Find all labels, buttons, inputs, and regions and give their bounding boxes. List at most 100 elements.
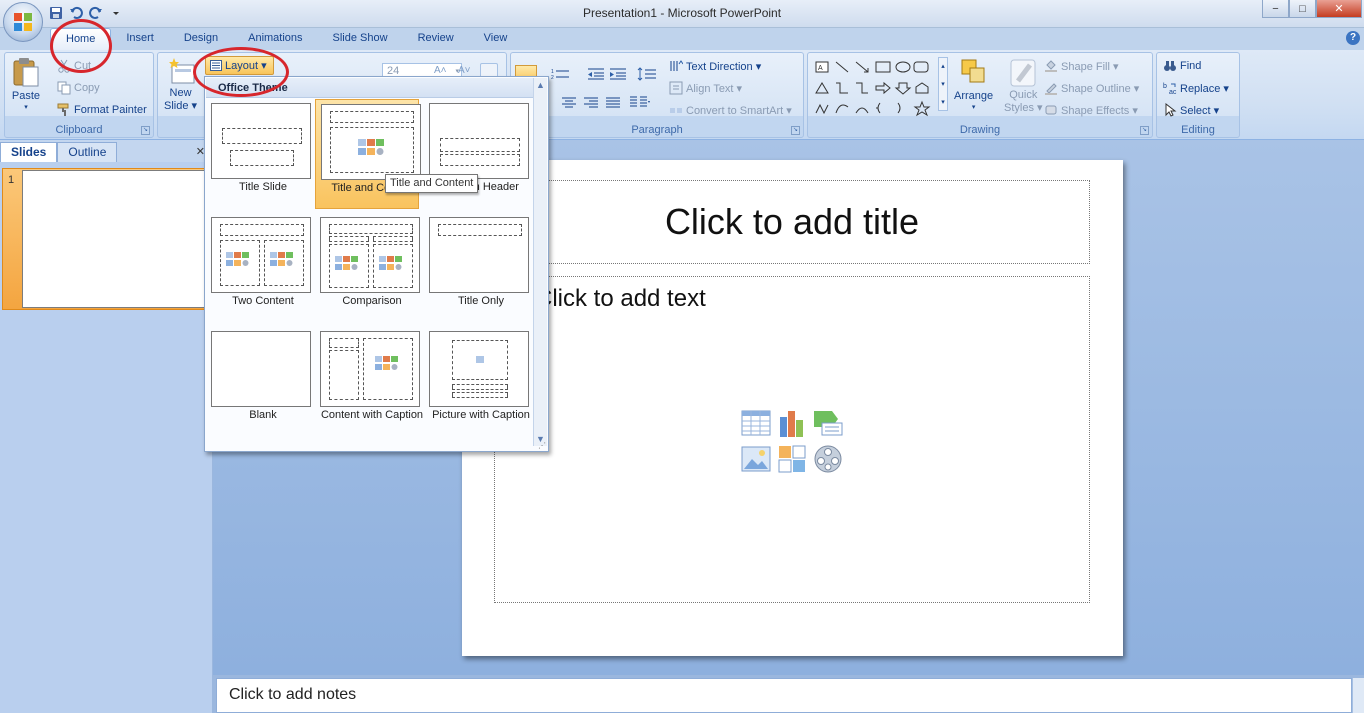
line-spacing-icon[interactable]	[637, 67, 657, 81]
layout-picture-with-caption[interactable]: Picture with Caption	[424, 327, 530, 437]
layout-title-slide[interactable]: Title Slide	[206, 99, 311, 209]
content-icons-mini	[358, 139, 384, 155]
insert-table-icon[interactable]	[740, 407, 772, 439]
scroll-up-icon[interactable]: ▴	[941, 62, 945, 70]
layout-label: Picture with Caption	[432, 409, 530, 421]
shapes-gallery[interactable]: A	[814, 59, 938, 119]
quick-styles-label: Quick	[1009, 89, 1038, 101]
tab-review[interactable]: Review	[403, 28, 469, 50]
layout-label: Title Slide	[239, 181, 287, 193]
tab-slide-show[interactable]: Slide Show	[318, 28, 403, 50]
find-button[interactable]: Find	[1163, 59, 1201, 73]
columns-icon[interactable]	[629, 95, 651, 109]
shape-effects-button[interactable]: Shape Effects ▾	[1044, 103, 1138, 117]
more-shapes-icon[interactable]: ▾	[941, 98, 945, 106]
layout-content-with-caption[interactable]: Content with Caption	[315, 327, 423, 437]
align-center-icon[interactable]	[561, 97, 577, 109]
justify-icon[interactable]	[605, 97, 621, 109]
tab-design[interactable]: Design	[169, 28, 233, 50]
text-direction-icon	[670, 60, 683, 71]
align-text-icon	[669, 81, 683, 95]
paste-label: Paste	[11, 90, 41, 102]
quick-styles-label-2: Styles ▾	[1004, 102, 1043, 114]
binoculars-icon	[1164, 61, 1176, 71]
scroll-down-icon[interactable]: ▾	[941, 80, 945, 88]
tab-outline[interactable]: Outline	[57, 142, 118, 162]
text-direction-label: Text Direction ▾	[686, 60, 762, 73]
drawing-launcher-icon[interactable]: ↘	[1140, 126, 1149, 135]
paint-bucket-icon	[1045, 60, 1057, 72]
layout-title-only[interactable]: Title Only	[424, 213, 529, 323]
new-slide-button[interactable]: New Slide ▾	[164, 57, 197, 112]
shape-effects-icon	[1045, 105, 1057, 115]
quick-styles-button[interactable]: Quick Styles ▾	[1004, 57, 1043, 114]
new-slide-icon	[168, 58, 195, 84]
shape-effects-label: Shape Effects ▾	[1061, 104, 1138, 117]
tab-slides[interactable]: Slides	[0, 142, 58, 162]
copy-button[interactable]: Copy	[57, 81, 100, 95]
convert-smartart-button[interactable]: Convert to SmartArt ▾	[669, 103, 792, 117]
vertical-scrollbar[interactable]	[1352, 678, 1364, 713]
align-right-icon[interactable]	[583, 97, 599, 109]
shape-fill-button[interactable]: Shape Fill ▾	[1044, 59, 1119, 73]
resize-grip-icon[interactable]: ⋰	[538, 441, 546, 450]
arrange-button[interactable]: Arrange ▾	[954, 57, 993, 111]
arrange-dropdown-icon[interactable]: ▾	[972, 103, 976, 111]
align-text-button[interactable]: Align Text ▾	[669, 81, 742, 95]
layout-comparison[interactable]: Comparison	[315, 213, 420, 323]
shape-outline-button[interactable]: Shape Outline ▾	[1044, 81, 1139, 95]
smartart-icon	[670, 108, 682, 113]
layout-thumbnail	[320, 217, 420, 293]
layout-thumbnail	[429, 103, 529, 179]
layout-blank[interactable]: Blank	[206, 327, 311, 437]
help-icon[interactable]: ?	[1346, 31, 1360, 45]
decrease-indent-icon[interactable]	[587, 67, 605, 81]
grow-font-icon[interactable]: A˄	[434, 65, 447, 76]
clipboard-launcher-icon[interactable]: ↘	[141, 126, 150, 135]
layout-gallery-scrollbar[interactable]: ▲ ▼	[533, 78, 547, 446]
format-painter-button[interactable]: Format Painter	[57, 103, 147, 117]
insert-chart-icon[interactable]	[776, 407, 808, 439]
insert-media-clip-icon[interactable]	[812, 443, 844, 475]
maximize-button[interactable]: □	[1289, 0, 1316, 18]
tab-view[interactable]: View	[469, 28, 523, 50]
paste-button[interactable]: Paste ▾	[11, 57, 41, 111]
close-button[interactable]: ✕	[1316, 0, 1362, 18]
scroll-up-icon[interactable]: ▲	[536, 80, 545, 90]
insert-picture-icon[interactable]	[740, 443, 772, 475]
content-placeholder[interactable]: Click to add text	[494, 276, 1090, 603]
numbering-icon[interactable]: 12	[551, 67, 571, 81]
layout-thumbnail	[429, 217, 529, 293]
drawing-group-label: Drawing	[959, 124, 1001, 136]
minimize-button[interactable]: −	[1262, 0, 1289, 18]
paragraph-launcher-icon[interactable]: ↘	[791, 126, 800, 135]
content-insert-icons	[740, 407, 850, 475]
office-logo-icon	[14, 13, 32, 31]
content-placeholder-text[interactable]: Click to add text	[535, 285, 706, 313]
paste-dropdown-icon[interactable]: ▾	[24, 103, 28, 111]
office-button[interactable]	[3, 2, 43, 42]
increase-indent-icon[interactable]	[609, 67, 627, 81]
convert-smartart-label: Convert to SmartArt ▾	[686, 104, 792, 117]
insert-smartart-icon[interactable]	[812, 407, 844, 439]
annotation-circle-layout	[193, 47, 289, 97]
text-direction-button[interactable]: Text Direction ▾	[669, 59, 761, 73]
shrink-font-icon[interactable]: A˅	[458, 65, 471, 76]
shapes-scroll[interactable]: ▴ ▾ ▾	[938, 57, 948, 111]
layout-thumbnail	[211, 217, 311, 293]
layout-gallery-menu: Office Theme Title Slide Title and Conte…	[204, 76, 549, 452]
slide[interactable]: Click to add title Click to add text	[462, 160, 1123, 656]
insert-clip-art-icon[interactable]	[776, 443, 808, 475]
title-placeholder[interactable]: Click to add title	[494, 180, 1090, 264]
select-button[interactable]: Select ▾	[1163, 103, 1219, 117]
tab-insert[interactable]: Insert	[111, 28, 169, 50]
svg-text:2: 2	[551, 75, 554, 81]
drawing-group: A ▴ ▾ ▾ Arrange ▾ Quick Styles ▾ Shape F…	[807, 52, 1153, 138]
notes-placeholder[interactable]: Click to add notes	[229, 686, 356, 704]
window-controls: − □ ✕	[1262, 0, 1362, 18]
layout-label: Two Content	[232, 295, 294, 307]
replace-button[interactable]: b ac Replace ▾	[1163, 81, 1229, 96]
layout-two-content[interactable]: Two Content	[206, 213, 311, 323]
notes-pane[interactable]: Click to add notes	[216, 678, 1352, 713]
slide-thumbnail[interactable]	[22, 170, 208, 308]
